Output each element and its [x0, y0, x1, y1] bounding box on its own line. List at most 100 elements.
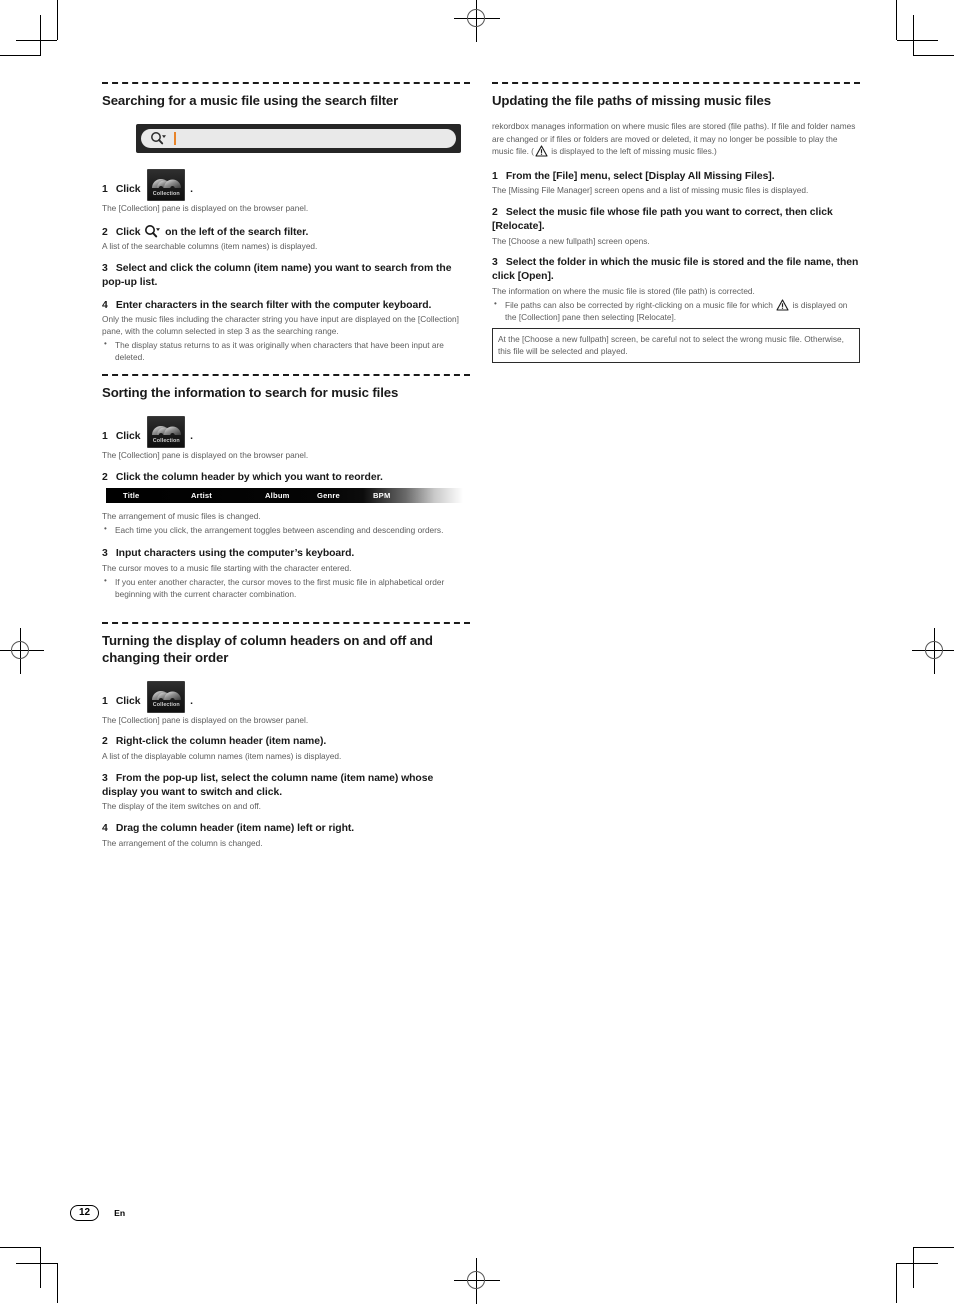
- step-item: 2 Right-click the column header (item na…: [102, 735, 470, 749]
- column-header-album[interactable]: Album: [265, 491, 290, 500]
- step-description: The arrangement of music files is change…: [102, 511, 261, 522]
- column-header-figure: Title Artist Album Genre BPM: [106, 488, 463, 504]
- step-number: 2: [102, 226, 108, 238]
- step-number: 4: [102, 299, 108, 311]
- step-text-tail: on the left of the search filter.: [165, 226, 309, 238]
- step-item: 1 Click Collection .: [102, 168, 470, 201]
- bullet-list: File paths can also be corrected by righ…: [492, 298, 860, 323]
- search-filter-figure: [136, 123, 461, 153]
- intro-text-part2: is displayed to the left of missing musi…: [548, 146, 717, 157]
- step-number: 1: [102, 183, 108, 195]
- step-item: 2 Click the column header by which you w…: [102, 471, 470, 485]
- text-caret: [174, 131, 176, 145]
- step-description: The [Missing File Manager] screen opens …: [492, 185, 809, 196]
- collection-button-icon[interactable]: Collection: [147, 680, 186, 713]
- step-number: 1: [102, 695, 108, 707]
- collection-button-icon[interactable]: Collection: [147, 168, 186, 201]
- step-number: 1: [102, 430, 108, 442]
- step-item: 3 From the pop-up list, select the colum…: [102, 772, 470, 799]
- section-divider: [102, 621, 470, 624]
- right-column: Updating the file paths of missing music…: [492, 82, 860, 363]
- step-text: Select the music file whose file path yo…: [492, 207, 833, 232]
- step-description: The [Collection] pane is displayed on th…: [102, 714, 309, 725]
- section-divider: [492, 82, 860, 84]
- step-text: Right-click the column header (item name…: [115, 736, 327, 748]
- step-number: 3: [492, 257, 498, 269]
- section-divider: [102, 82, 470, 84]
- magnifier-dropdown-icon: [151, 131, 166, 145]
- step-item: 4 Drag the column header (item name) lef…: [102, 822, 470, 836]
- vinyl-discs-icon: [152, 425, 182, 436]
- step-description: The arrangement of the column is changed…: [102, 837, 263, 848]
- vinyl-discs-icon: [152, 690, 182, 701]
- manual-page: Searching for a music file using the sea…: [0, 0, 954, 1303]
- warning-triangle-icon: [776, 299, 789, 311]
- step-text: Click the column header by which you wan…: [115, 471, 383, 483]
- step-description: The [Choose a new fullpath] screen opens…: [492, 235, 650, 246]
- column-header-artist[interactable]: Artist: [191, 491, 212, 500]
- bullet-list: The display status returns to as it was …: [102, 338, 470, 363]
- step-item: 3 Input characters using the computer’s …: [102, 547, 470, 561]
- step-item: 4 Enter characters in the search filter …: [102, 299, 470, 313]
- step-text: Select the folder in which the music fil…: [492, 257, 859, 283]
- section-heading: Updating the file paths of missing music…: [492, 93, 771, 108]
- warning-triangle-icon: [535, 145, 548, 157]
- step-text: Click: [115, 183, 141, 195]
- step-text-tail: .: [190, 183, 193, 195]
- list-item: Each time you click, the arrangement tog…: [102, 523, 470, 536]
- step-description: The [Collection] pane is displayed on th…: [102, 202, 309, 213]
- collection-button-label: Collection: [152, 190, 180, 197]
- list-item: File paths can also be corrected by righ…: [492, 298, 860, 323]
- vinyl-discs-icon: [152, 178, 182, 189]
- bullet-text-part1: File paths can also be corrected by righ…: [505, 299, 776, 310]
- step-number: 4: [102, 823, 108, 835]
- step-description: The cursor moves to a music file startin…: [102, 562, 352, 573]
- collection-button-icon[interactable]: Collection: [147, 415, 186, 448]
- step-number: 2: [492, 207, 498, 219]
- step-description: The display of the item switches on and …: [102, 801, 261, 812]
- search-input[interactable]: [141, 128, 456, 148]
- column-header-title[interactable]: Title: [123, 491, 139, 500]
- column-header-genre[interactable]: Genre: [317, 491, 340, 500]
- section-heading: Turning the display of column headers on…: [102, 632, 433, 665]
- step-text-tail: .: [190, 430, 193, 442]
- language-code: En: [114, 1208, 126, 1218]
- step-text: Click: [115, 430, 141, 442]
- step-description: A list of the searchable columns (item n…: [102, 241, 318, 252]
- page-footer: 12 En: [70, 1205, 125, 1221]
- step-text: Input characters using the computer’s ke…: [115, 548, 355, 560]
- magnifier-dropdown-icon: [145, 224, 161, 238]
- step-text: From the [File] menu, select [Display Al…: [505, 170, 775, 182]
- collection-button-label: Collection: [152, 437, 180, 444]
- step-item: 1 Click Collection .: [102, 415, 470, 448]
- step-description: The information on where the music file …: [492, 285, 755, 296]
- step-text: Click: [115, 226, 141, 238]
- step-number: 3: [102, 548, 108, 560]
- bullet-list: If you enter another character, the curs…: [102, 575, 470, 600]
- collection-button-label: Collection: [152, 702, 180, 709]
- step-number: 3: [102, 772, 108, 784]
- step-number: 2: [102, 736, 108, 748]
- step-item: 3 Select the folder in which the music f…: [492, 256, 860, 283]
- intro-paragraph: rekordbox manages information on where m…: [492, 120, 860, 158]
- step-text: From the pop-up list, select the column …: [102, 772, 434, 798]
- step-item: 3 Select and click the column (item name…: [102, 262, 470, 289]
- page-number: 12: [70, 1205, 100, 1221]
- caution-note-text: At the [Choose a new fullpath] screen, b…: [498, 333, 844, 356]
- column-header-bpm[interactable]: BPM: [373, 491, 390, 500]
- step-item: 2 Click on the left of the search filter…: [102, 224, 470, 240]
- bullet-list: Each time you click, the arrangement tog…: [102, 523, 470, 536]
- section-heading: Sorting the information to search for mu…: [102, 384, 399, 400]
- caution-note-box: At the [Choose a new fullpath] screen, b…: [492, 327, 860, 363]
- step-item: 1 From the [File] menu, select [Display …: [492, 170, 860, 184]
- step-text: Enter characters in the search filter wi…: [115, 299, 432, 311]
- step-number: 3: [102, 263, 108, 275]
- step-description: Only the music files including the chara…: [102, 314, 459, 337]
- step-text: Select and click the column (item name) …: [102, 263, 452, 288]
- step-text-tail: .: [190, 695, 193, 707]
- step-number: 1: [492, 170, 498, 182]
- step-text: Click: [115, 695, 141, 707]
- step-text: Drag the column header (item name) left …: [115, 823, 355, 835]
- section-divider: [102, 373, 470, 376]
- list-item: The display status returns to as it was …: [102, 338, 470, 363]
